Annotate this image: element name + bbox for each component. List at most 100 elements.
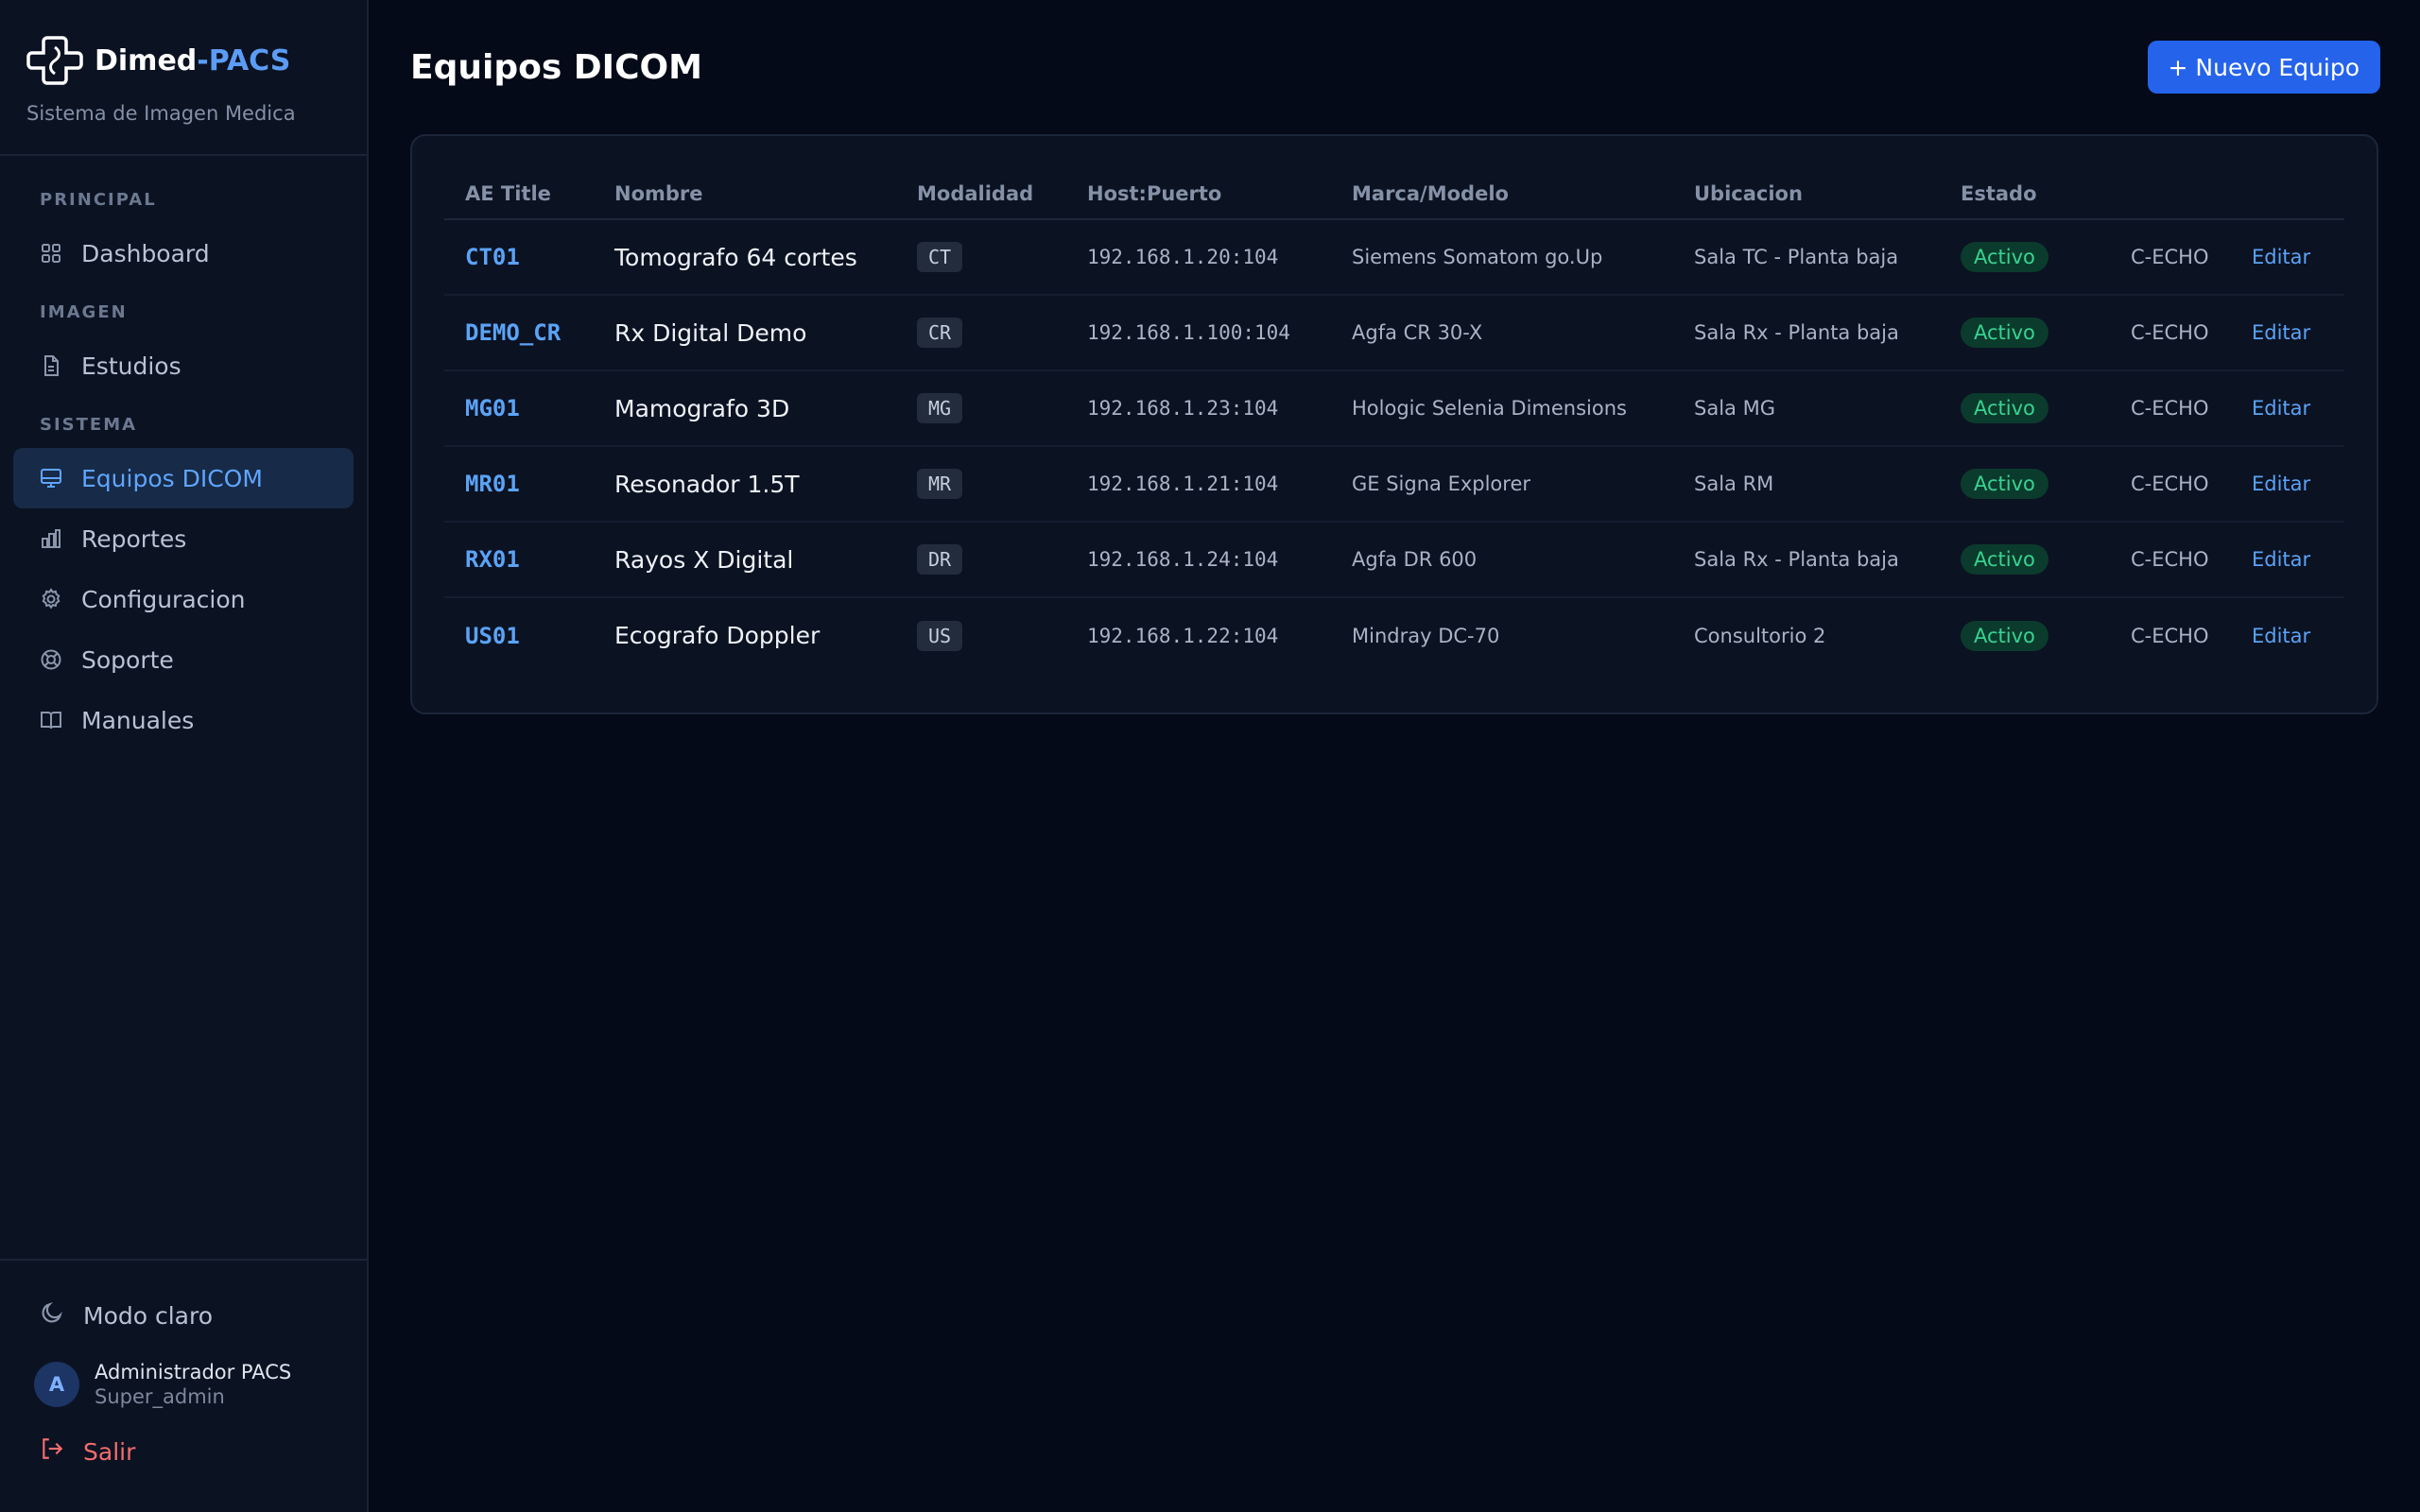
marca-cell: Agfa DR 600 (1331, 522, 1673, 598)
modality-badge: MR (917, 469, 963, 499)
estado-cell: Activo (1940, 597, 2110, 673)
estado-cell: Activo (1940, 295, 2110, 371)
sidebar-item-label: Dashboard (81, 239, 210, 267)
sidebar-item-configuracion[interactable]: Configuracion (13, 569, 354, 629)
host-cell: 192.168.1.21:104 (1066, 446, 1331, 523)
edit-link[interactable]: Editar (2231, 295, 2344, 371)
sidebar-item-label: Estudios (81, 352, 182, 380)
grid-icon (40, 242, 62, 265)
table-row[interactable]: US01 Ecografo Doppler US 192.168.1.22:10… (444, 597, 2344, 673)
user-role: Super_admin (95, 1385, 225, 1408)
document-icon (40, 354, 62, 377)
monitor-icon (40, 467, 62, 490)
sidebar-footer: Modo claro A Administrador PACS Super_ad… (0, 1259, 367, 1512)
medical-cross-logo-icon (26, 32, 83, 89)
brand-subtitle: Sistema de Imagen Medica (26, 102, 296, 125)
edit-link[interactable]: Editar (2231, 370, 2344, 447)
ae-title-cell: US01 (465, 622, 520, 649)
status-badge: Activo (1961, 620, 2048, 651)
ubicacion-cell: Sala TC - Planta baja (1673, 219, 1940, 296)
status-badge: Activo (1961, 318, 2048, 348)
host-cell: 192.168.1.23:104 (1066, 370, 1331, 447)
sidebar: Dimed-PACS Sistema de Imagen Medica PRIN… (0, 0, 369, 1512)
ubicacion-cell: Sala MG (1673, 370, 1940, 447)
sidebar-item-dashboard[interactable]: Dashboard (13, 223, 354, 284)
modalidad-cell: DR (896, 522, 1066, 598)
column-header-echo (2110, 161, 2231, 220)
table-header-row: AE Title Nombre Modalidad Host:Puerto Ma… (444, 161, 2344, 220)
main-content: Equipos DICOM + Nuevo Equipo AE Title No… (369, 0, 2420, 1512)
sidebar-item-label: Equipos DICOM (81, 464, 263, 492)
table-row[interactable]: CT01 Tomografo 64 cortes CT 192.168.1.20… (444, 219, 2344, 296)
c-echo-button[interactable]: C-ECHO (2110, 446, 2231, 523)
sidebar-item-soporte[interactable]: Soporte (13, 629, 354, 690)
nombre-cell: Rayos X Digital (594, 522, 896, 598)
nav-section-imagen: IMAGEN (40, 302, 128, 322)
modality-badge: US (917, 620, 963, 651)
logout-button[interactable]: Salir (0, 1433, 367, 1470)
marca-cell: Siemens Somatom go.Up (1331, 219, 1673, 296)
c-echo-button[interactable]: C-ECHO (2110, 295, 2231, 371)
status-badge: Activo (1961, 242, 2048, 272)
modality-badge: CT (917, 242, 963, 272)
brand-name-main: Dimed (95, 43, 198, 77)
moon-icon (40, 1300, 64, 1331)
edit-link[interactable]: Editar (2231, 522, 2344, 598)
marca-cell: Mindray DC-70 (1352, 624, 1500, 647)
app-root: Dimed-PACS Sistema de Imagen Medica PRIN… (0, 0, 2420, 1512)
c-echo-button[interactable]: C-ECHO (2110, 370, 2231, 447)
bar-chart-icon (40, 527, 62, 550)
host-cell: 192.168.1.22:104 (1087, 624, 1279, 647)
nombre-cell: Mamografo 3D (594, 370, 896, 447)
sidebar-item-label: Configuracion (81, 585, 246, 613)
table-row[interactable]: MR01 Resonador 1.5T MR 192.168.1.21:104 … (444, 446, 2344, 523)
host-cell: 192.168.1.24:104 (1066, 522, 1331, 598)
new-device-button[interactable]: + Nuevo Equipo (2147, 41, 2380, 94)
c-echo-button[interactable]: C-ECHO (2110, 597, 2231, 673)
devices-table: AE Title Nombre Modalidad Host:Puerto Ma… (444, 161, 2344, 673)
edit-link[interactable]: Editar (2231, 597, 2344, 673)
sidebar-item-manuales[interactable]: Manuales (13, 690, 354, 750)
lifebuoy-icon (40, 648, 62, 671)
c-echo-button[interactable]: C-ECHO (2110, 522, 2231, 598)
ae-title-cell: MR01 (444, 446, 594, 523)
sidebar-item-label: Reportes (81, 524, 187, 553)
page-header: Equipos DICOM + Nuevo Equipo (410, 0, 2380, 134)
sidebar-item-reportes[interactable]: Reportes (13, 508, 354, 569)
book-icon (40, 709, 62, 731)
marca-cell: GE Signa Explorer (1331, 446, 1673, 523)
edit-link[interactable]: Editar (2231, 446, 2344, 523)
c-echo-button[interactable]: C-ECHO (2110, 219, 2231, 296)
column-header-estado: Estado (1940, 161, 2110, 220)
modalidad-cell: CT (896, 219, 1066, 296)
ae-title-cell: CT01 (444, 219, 594, 296)
column-header-nombre: Nombre (594, 161, 896, 220)
brand: Dimed-PACS Sistema de Imagen Medica (0, 0, 367, 156)
table-row[interactable]: MG01 Mamografo 3D MG 192.168.1.23:104 Ho… (444, 370, 2344, 447)
nombre-cell: Resonador 1.5T (594, 446, 896, 523)
column-header-host: Host:Puerto (1066, 161, 1331, 220)
brand-name-accent: -PACS (197, 43, 291, 77)
theme-toggle-button[interactable]: Modo claro (0, 1289, 367, 1342)
user-info: Administrador PACS Super_admin (95, 1361, 291, 1408)
status-badge: Activo (1961, 544, 2048, 575)
avatar: A (34, 1362, 79, 1407)
devices-card: AE Title Nombre Modalidad Host:Puerto Ma… (410, 134, 2378, 714)
status-badge: Activo (1961, 393, 2048, 423)
marca-cell: Hologic Selenia Dimensions (1331, 370, 1673, 447)
user-profile[interactable]: A Administrador PACS Super_admin (0, 1361, 367, 1408)
marca-cell: Agfa CR 30-X (1331, 295, 1673, 371)
table-row[interactable]: RX01 Rayos X Digital DR 192.168.1.24:104… (444, 522, 2344, 598)
modalidad-cell: MR (896, 446, 1066, 523)
sidebar-item-equipos-dicom[interactable]: Equipos DICOM (13, 448, 354, 508)
table-row[interactable]: DEMO_CR Rx Digital Demo CR 192.168.1.100… (444, 295, 2344, 371)
ubicacion-cell: Sala RM (1673, 446, 1940, 523)
sidebar-item-estudios[interactable]: Estudios (13, 335, 354, 396)
host-cell: 192.168.1.20:104 (1066, 219, 1331, 296)
edit-link[interactable]: Editar (2231, 219, 2344, 296)
ae-title-cell: MG01 (444, 370, 594, 447)
logout-icon (40, 1436, 64, 1467)
nombre-cell: Ecografo Doppler (614, 622, 821, 649)
nav-section-sistema: SISTEMA (40, 415, 138, 435)
brand-row: Dimed-PACS (26, 32, 340, 89)
